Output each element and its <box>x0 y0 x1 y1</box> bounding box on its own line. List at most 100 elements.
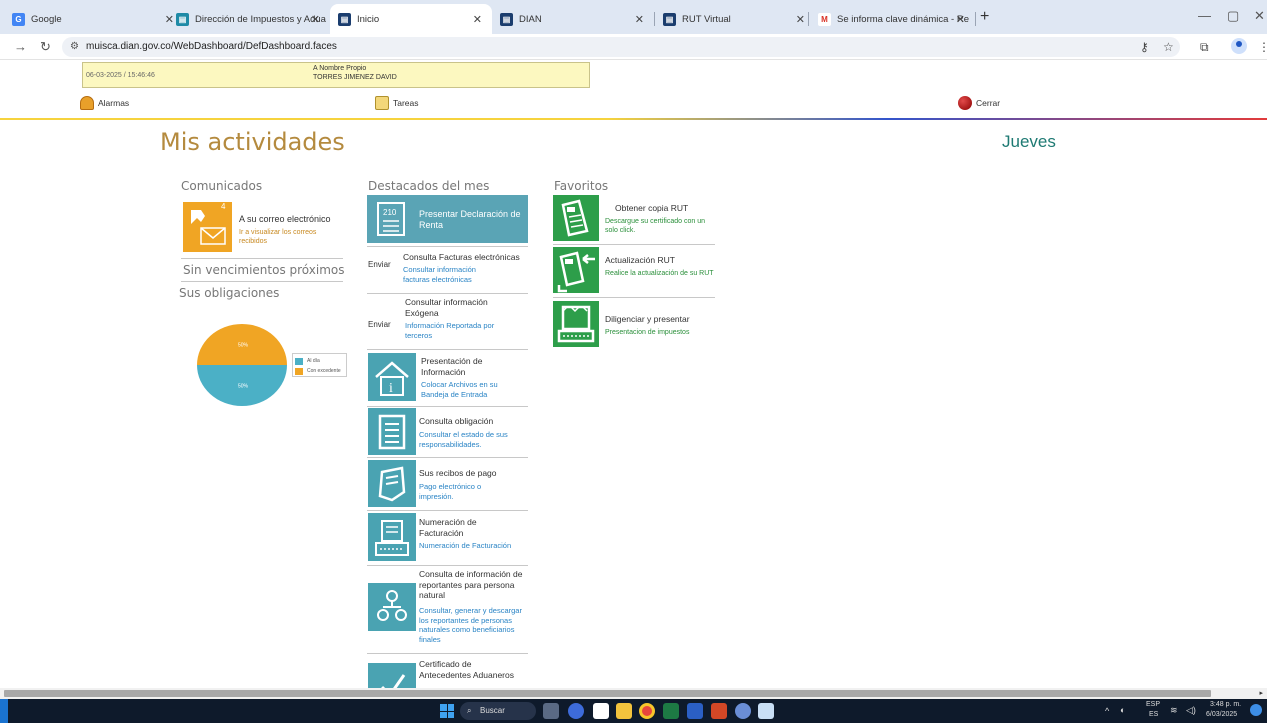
tab-separator <box>975 12 976 26</box>
mail-link[interactable]: Ir a visualizar los correos recibidos <box>239 228 339 246</box>
extensions-icon[interactable]: ⧉ <box>1200 40 1209 55</box>
close-icon[interactable]: ✕ <box>796 13 805 26</box>
powerpoint-icon[interactable] <box>711 703 727 719</box>
item-link[interactable]: Colocar Archivos en su Bandeja de Entrad… <box>421 380 516 399</box>
tray-app-icon[interactable]: ◐ <box>1120 705 1125 715</box>
tab-inicio[interactable]: ▤ Inicio ✕ <box>330 4 492 34</box>
item-link[interactable]: Presentacion de impuestos <box>605 328 715 337</box>
snipping-tool-icon[interactable] <box>758 703 774 719</box>
copilot-icon[interactable] <box>568 703 584 719</box>
legend-swatch <box>295 367 303 375</box>
item-link[interactable]: Información Reportada por terceros <box>405 321 520 340</box>
obligations-heading: Sus obligaciones <box>179 286 280 300</box>
file-explorer-icon[interactable] <box>616 703 632 719</box>
windows-start-icon[interactable] <box>440 704 454 718</box>
close-icon[interactable]: ✕ <box>473 13 482 26</box>
reload-icon[interactable]: ↻ <box>40 39 51 55</box>
legend-item: Al día <box>295 356 344 366</box>
obtener-copia-rut-item[interactable]: Obtener copia RUT Descargue su certifica… <box>553 195 715 245</box>
minimize-icon[interactable]: — <box>1198 8 1211 23</box>
phone-icon[interactable] <box>735 703 751 719</box>
tab-label: Google <box>31 13 62 25</box>
people-hierarchy-icon <box>377 590 407 621</box>
item-link[interactable]: Realice la actualización de su RUT <box>605 269 715 278</box>
close-icon[interactable]: ✕ <box>635 13 644 26</box>
presentacion-informacion-item[interactable]: i Presentación de Información Colocar Ar… <box>367 352 528 407</box>
more-menu-icon[interactable]: ⋮ <box>1258 40 1267 54</box>
mail-title[interactable]: A su correo electrónico <box>239 214 331 224</box>
dian-favicon-icon: ▤ <box>663 12 676 26</box>
consulta-reportantes-item[interactable]: Consulta de información de reportantes p… <box>367 565 528 655</box>
presentar-declaracion-renta-tile[interactable]: 210 Presentar Declaración de Renta <box>367 195 528 243</box>
alarmas-link[interactable]: Alarmas <box>80 96 129 110</box>
site-info-icon[interactable]: ⚙ <box>70 37 79 57</box>
close-icon[interactable]: ✕ <box>311 13 320 26</box>
divider <box>181 258 343 259</box>
diligenciar-presentar-item[interactable]: Diligenciar y presentar Presentacion de … <box>553 301 715 349</box>
item-link[interactable]: Descargue su certificado con un solo cli… <box>605 217 715 235</box>
clock-date[interactable]: 6/03/2025 <box>1206 711 1237 718</box>
forward-icon[interactable]: → <box>14 39 27 54</box>
tab-google[interactable]: G Google ✕ <box>4 6 184 32</box>
close-window-icon[interactable]: ✕ <box>1254 8 1265 24</box>
search-icon: ⌕ <box>467 706 472 715</box>
actualizacion-rut-item[interactable]: Actualización RUT Realice la actualizaci… <box>553 247 715 298</box>
recibos-de-pago-item[interactable]: Sus recibos de pago Pago electrónico o i… <box>367 457 528 511</box>
item-link[interactable]: Pago electrónico o impresión. <box>419 482 499 501</box>
item-link[interactable]: Consultar información facturas electróni… <box>403 265 503 284</box>
cerrar-link[interactable]: Cerrar <box>958 96 1000 110</box>
broken-image-icon: Enviar <box>368 260 391 269</box>
tab-dian-impuestos[interactable]: ▤ Dirección de Impuestos y Adua ✕ <box>168 6 330 32</box>
wifi-icon[interactable]: ≋ <box>1170 705 1178 716</box>
favoritos-heading: Favoritos <box>554 179 609 193</box>
url-input[interactable]: ⚙ muisca.dian.gov.co/WebDashboard/DefDas… <box>62 37 1180 57</box>
item-link[interactable]: Consultar, generar y descargar los repor… <box>419 606 527 644</box>
notification-badge-icon[interactable] <box>1250 704 1262 716</box>
taskbar-search[interactable]: ⌕ Buscar <box>460 702 536 720</box>
item-tile <box>368 663 416 688</box>
numeracion-facturacion-item[interactable]: Numeración de Facturación Numeración de … <box>367 510 529 566</box>
tareas-link[interactable]: Tareas <box>375 96 419 110</box>
task-view-icon[interactable] <box>543 703 559 719</box>
consulta-facturas-item[interactable]: Enviar Consulta Facturas electrónicas Co… <box>367 250 528 300</box>
password-key-icon[interactable]: ⚷ <box>1140 40 1149 54</box>
item-link[interactable]: Consultar el estado de sus responsabilid… <box>419 430 519 449</box>
tab-separator <box>808 12 809 26</box>
consulta-obligacion-item[interactable]: Consulta obligación Consultar el estado … <box>367 407 528 458</box>
divider <box>181 281 343 282</box>
certificado-aduaneros-item[interactable]: Certificado de Antecedentes Aduaneros <box>367 657 528 688</box>
consulta-exogena-item[interactable]: Enviar Consultar información Exógena Inf… <box>367 296 528 352</box>
legend-swatch <box>295 357 303 365</box>
tab-label: Dirección de Impuestos y Adua <box>195 13 326 25</box>
clock-time[interactable]: 3:48 p. m. <box>1210 701 1241 708</box>
excel-icon[interactable] <box>663 703 679 719</box>
rut-update-icon <box>557 251 595 293</box>
user-info-bar: 06-03-2025 / 15:46:46 A Nombre Propio TO… <box>82 62 590 88</box>
language-top[interactable]: ESP <box>1146 701 1160 708</box>
tab-gmail[interactable]: M Se informa clave dinámica - Re ✕ <box>810 6 975 32</box>
word-icon[interactable] <box>687 703 703 719</box>
comunicados-heading: Comunicados <box>181 179 263 193</box>
bookmark-star-icon[interactable]: ☆ <box>1163 40 1174 54</box>
tray-chevron-icon[interactable]: ^ <box>1105 706 1109 716</box>
certificate-check-icon <box>381 674 406 688</box>
scroll-right-icon[interactable]: ▸ <box>1259 689 1263 697</box>
profile-avatar[interactable] <box>1231 38 1247 54</box>
restore-icon[interactable]: ▢ <box>1227 8 1239 24</box>
tab-dian[interactable]: ▤ DIAN ✕ <box>492 6 654 32</box>
representation-mode: A Nombre Propio <box>313 65 367 72</box>
chrome-icon[interactable] <box>639 703 655 719</box>
language-bottom[interactable]: ES <box>1149 711 1158 718</box>
url-text: muisca.dian.gov.co/WebDashboard/DefDashb… <box>86 41 337 52</box>
item-link[interactable]: Numeración de Facturación <box>419 541 529 551</box>
item-tile <box>368 513 416 561</box>
tab-rut-virtual[interactable]: ▤ RUT Virtual ✕ <box>655 6 815 32</box>
scrollbar-thumb[interactable] <box>4 690 1211 697</box>
horizontal-scrollbar[interactable]: ▸ <box>0 688 1267 699</box>
document-list-icon <box>378 414 406 450</box>
new-tab-icon[interactable]: + <box>980 8 989 26</box>
close-icon[interactable]: ✕ <box>956 13 965 26</box>
file-icon[interactable] <box>593 703 609 719</box>
volume-icon[interactable]: ◁) <box>1186 705 1196 716</box>
item-title: Diligenciar y presentar <box>605 314 690 324</box>
